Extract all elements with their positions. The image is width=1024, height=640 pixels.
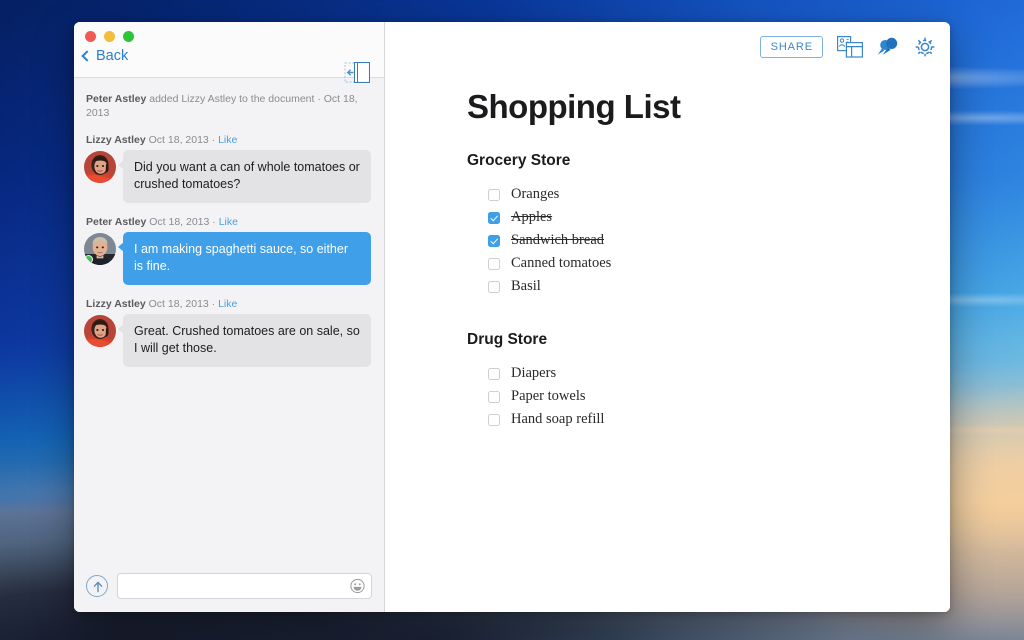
- emoji-button[interactable]: [350, 578, 365, 594]
- message-timestamp: Oct 18, 2013 ·: [145, 298, 219, 310]
- like-link[interactable]: Like: [218, 134, 237, 146]
- composer-input-wrap: [117, 573, 372, 599]
- list-item[interactable]: Apples: [488, 206, 950, 229]
- list-item-label: Basil: [511, 278, 541, 294]
- message-meta: Lizzy Astley Oct 18, 2013 · Like: [84, 134, 372, 147]
- section-heading: Grocery Store: [467, 152, 571, 169]
- app-window: Back Peter Astley added Lizzy Astley to …: [74, 22, 950, 612]
- arrow-up-circle-icon: [93, 581, 103, 593]
- comment-input[interactable]: [117, 573, 372, 599]
- list-item[interactable]: Basil: [488, 275, 950, 298]
- checkbox[interactable]: [488, 234, 500, 247]
- page-title: Shopping List: [467, 88, 681, 125]
- message-row: Great. Crushed tomatoes are on sale, so …: [84, 314, 372, 367]
- list-item-label: Sandwich bread: [511, 232, 605, 248]
- collapse-sidebar-icon: [344, 61, 371, 84]
- comments-panel-icon[interactable]: [837, 36, 863, 58]
- message-timestamp: Oct 18, 2013 ·: [145, 134, 219, 146]
- list-item[interactable]: Diapers: [488, 362, 950, 385]
- list-item[interactable]: Oranges: [488, 183, 950, 206]
- document-body: Shopping List Grocery Store Oranges Appl…: [385, 22, 950, 431]
- document-section: Drug Store Diapers Paper towels Hand soa…: [467, 331, 950, 431]
- message-author: Lizzy Astley: [86, 298, 146, 310]
- send-button[interactable]: [86, 575, 108, 597]
- checkbox[interactable]: [488, 280, 500, 293]
- avatar[interactable]: [84, 315, 116, 347]
- back-button-label: Back: [96, 48, 129, 64]
- checklist: Oranges Apples Sandwich bread Canned tom…: [467, 183, 950, 298]
- list-item[interactable]: Hand soap refill: [488, 408, 950, 431]
- like-link[interactable]: Like: [218, 298, 237, 310]
- comments-pane-header: Back: [74, 22, 384, 84]
- back-button[interactable]: Back: [81, 48, 129, 64]
- message-bubble: I am making spaghetti sauce, so either i…: [118, 232, 371, 285]
- checkbox[interactable]: [488, 211, 500, 224]
- checkbox[interactable]: [488, 367, 500, 380]
- message-timestamp: Oct 18, 2013 ·: [146, 216, 219, 228]
- message-row: I am making spaghetti sauce, so either i…: [84, 232, 372, 285]
- list-item-label: Oranges: [511, 186, 560, 202]
- document-section: Grocery Store Oranges Apples Sandwich br…: [467, 152, 950, 298]
- avatar[interactable]: [84, 151, 116, 183]
- message-author: Peter Astley: [86, 216, 147, 228]
- desktop-wallpaper: Back Peter Astley added Lizzy Astley to …: [0, 0, 1024, 640]
- message-meta: Lizzy Astley Oct 18, 2013 · Like: [84, 298, 372, 311]
- pin-icon[interactable]: [877, 36, 900, 58]
- list-item-label: Hand soap refill: [511, 411, 605, 427]
- zoom-window-button[interactable]: [123, 31, 134, 42]
- list-item-label: Apples: [511, 209, 553, 225]
- list-item[interactable]: Canned tomatoes: [488, 252, 950, 275]
- comment-thread: Peter Astley added Lizzy Astley to the d…: [74, 78, 384, 562]
- message-bubble: Did you want a can of whole tomatoes or …: [118, 150, 371, 203]
- avatar[interactable]: [84, 233, 116, 265]
- comments-pane: Back Peter Astley added Lizzy Astley to …: [74, 22, 385, 612]
- share-button[interactable]: SHARE: [759, 36, 823, 58]
- minimize-window-button[interactable]: [104, 31, 115, 42]
- list-item-label: Canned tomatoes: [511, 255, 612, 271]
- list-item-label: Paper towels: [511, 388, 586, 404]
- comment-composer: [74, 562, 384, 612]
- system-event-actor: Peter Astley: [86, 93, 147, 105]
- list-item[interactable]: Paper towels: [488, 385, 950, 408]
- avatar-lizzy-icon: [84, 151, 116, 183]
- list-item-label: Diapers: [511, 365, 557, 381]
- checkbox[interactable]: [488, 188, 500, 201]
- gear-icon[interactable]: [914, 36, 936, 58]
- smiley-icon: [350, 578, 365, 594]
- traffic-lights: [85, 31, 134, 42]
- like-link[interactable]: Like: [219, 216, 238, 228]
- message-bubble: Great. Crushed tomatoes are on sale, so …: [118, 314, 371, 367]
- system-event-line: Peter Astley added Lizzy Astley to the d…: [84, 92, 372, 120]
- message-meta: Peter Astley Oct 18, 2013 · Like: [84, 216, 372, 229]
- list-item[interactable]: Sandwich bread: [488, 229, 950, 252]
- checkbox[interactable]: [488, 257, 500, 270]
- document-toolbar: SHARE: [759, 36, 936, 58]
- document-pane: SHARE Shopping List Grocery Store Orange…: [385, 22, 950, 612]
- close-window-button[interactable]: [85, 31, 96, 42]
- collapse-sidebar-button[interactable]: [344, 61, 371, 84]
- message-author: Lizzy Astley: [86, 134, 146, 146]
- checklist: Diapers Paper towels Hand soap refill: [467, 362, 950, 431]
- avatar-lizzy-icon: [84, 315, 116, 347]
- message-row: Did you want a can of whole tomatoes or …: [84, 150, 372, 203]
- chevron-left-icon: [81, 49, 93, 62]
- checkbox[interactable]: [488, 390, 500, 403]
- online-status-dot: [84, 255, 93, 264]
- section-heading: Drug Store: [467, 331, 548, 348]
- checkbox[interactable]: [488, 413, 500, 426]
